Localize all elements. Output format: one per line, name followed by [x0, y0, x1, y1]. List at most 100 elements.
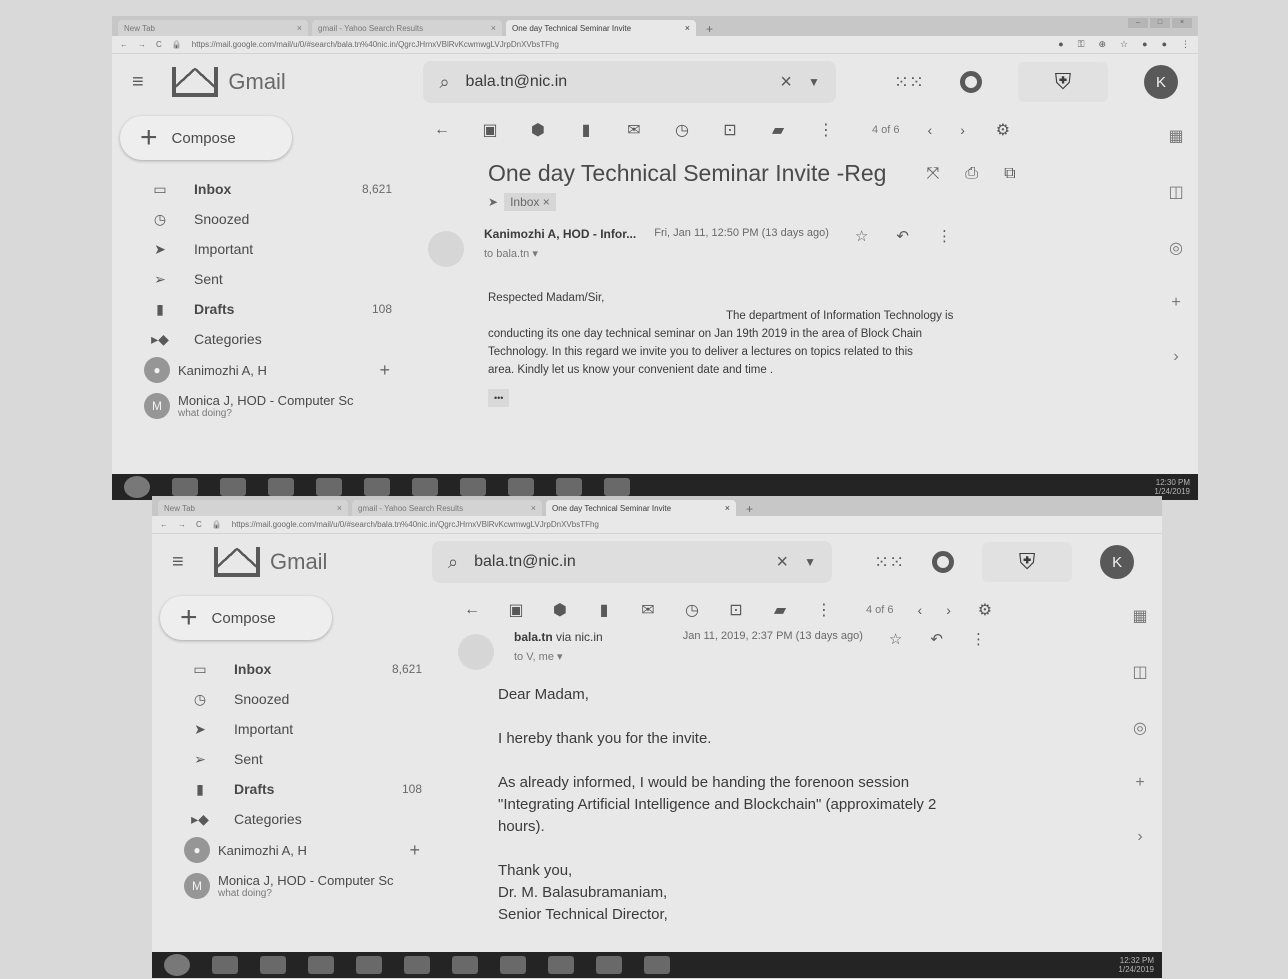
hangout-contact[interactable]: M Monica J, HOD - Computer Sc what doing… [120, 386, 412, 426]
explorer-icon[interactable] [220, 478, 246, 496]
report-spam-icon[interactable]: ⬢ [550, 600, 570, 620]
sidebar-item-sent[interactable]: ➢ Sent [160, 744, 442, 774]
add-icon[interactable]: + [409, 840, 420, 861]
prev-icon[interactable]: ‹ [928, 122, 933, 138]
browser-tab[interactable]: New Tab × [118, 20, 308, 36]
browser-tab-active[interactable]: One day Technical Seminar Invite × [546, 500, 736, 516]
sidebar-item-snoozed[interactable]: ◷ Snoozed [120, 204, 412, 234]
chrome-icon[interactable] [508, 478, 534, 496]
zoom-icon[interactable]: ⊕ [1099, 39, 1107, 50]
sidebar-item-drafts[interactable]: ▮ Drafts 108 [160, 774, 442, 804]
reply-icon[interactable]: ↶ [896, 227, 909, 245]
chrome-icon[interactable] [548, 956, 574, 974]
forward-icon[interactable]: → [138, 40, 146, 49]
snooze-icon[interactable]: ◷ [682, 600, 702, 620]
star-icon[interactable]: ☆ [1120, 39, 1128, 50]
start-icon[interactable] [164, 954, 190, 976]
move-to-icon[interactable]: ⊡ [720, 120, 740, 140]
add-icon[interactable]: + [379, 360, 390, 381]
sidebar-item-snoozed[interactable]: ◷ Snoozed [160, 684, 442, 714]
extension-icon[interactable]: ● [1058, 39, 1063, 50]
search-icon[interactable]: ⌕ [448, 552, 458, 573]
sidebar-item-inbox[interactable]: ▭ Inbox 8,621 [160, 654, 442, 684]
close-icon[interactable]: × [725, 503, 730, 513]
collapse-icon[interactable]: ⤧ [926, 165, 939, 183]
calculator-icon[interactable] [460, 478, 486, 496]
folder-icon[interactable] [268, 478, 294, 496]
gmail-logo[interactable]: Gmail [172, 63, 405, 97]
app-icon[interactable] [604, 478, 630, 496]
sidebar-item-drafts[interactable]: ▮ Drafts 108 [120, 294, 412, 324]
start-icon[interactable] [124, 476, 150, 498]
browser-tab[interactable]: gmail - Yahoo Search Results × [352, 500, 542, 516]
app-icon[interactable] [412, 478, 438, 496]
close-icon[interactable]: × [685, 23, 690, 33]
expand-panel-icon[interactable]: › [1137, 828, 1142, 846]
compose-button[interactable]: + Compose [160, 596, 332, 640]
hamburger-icon[interactable]: ≡ [172, 551, 196, 574]
minimize-icon[interactable]: – [1128, 18, 1148, 28]
move-to-icon[interactable]: ⊡ [726, 600, 746, 620]
maximize-icon[interactable]: □ [1150, 18, 1170, 28]
calendar-icon[interactable]: ▦ [1168, 126, 1183, 146]
recipient-line[interactable]: to V, me ▾ [514, 650, 603, 663]
label-icon[interactable]: ▰ [770, 600, 790, 620]
calculator-icon[interactable] [500, 956, 526, 974]
search-icon[interactable]: ⌕ [439, 72, 449, 93]
inbox-label-chip[interactable]: Inbox × [504, 193, 556, 211]
search-options-icon[interactable]: ▼ [804, 555, 816, 569]
profile-icon[interactable]: ● [1162, 39, 1167, 50]
reload-icon[interactable]: C [196, 520, 202, 529]
ie-icon[interactable] [172, 478, 198, 496]
back-icon[interactable]: ← [160, 520, 168, 529]
more-icon[interactable]: ⋮ [971, 630, 986, 648]
url-text[interactable]: https://mail.google.com/mail/u/0/#search… [232, 520, 1154, 529]
expand-panel-icon[interactable]: › [1173, 348, 1178, 366]
app-icon[interactable] [596, 956, 622, 974]
reply-icon[interactable]: ↶ [930, 630, 943, 648]
hangout-contact[interactable]: ● Kanimozhi A, H + [160, 834, 442, 866]
notifications-icon[interactable] [960, 71, 982, 93]
more-icon[interactable]: ⋮ [816, 120, 836, 140]
key-icon[interactable]: ⚿ [1078, 39, 1085, 50]
search-input[interactable] [474, 553, 761, 571]
apps-grid-icon[interactable]: ⁙⁙ [894, 72, 924, 93]
archive-icon[interactable]: ▣ [506, 600, 526, 620]
mark-unread-icon[interactable]: ✉ [638, 600, 658, 620]
open-new-window-icon[interactable]: ⧉ [1004, 165, 1015, 183]
sidebar-item-important[interactable]: ➤ Important [160, 714, 442, 744]
notifications-icon[interactable] [932, 551, 955, 573]
app-icon[interactable] [364, 478, 390, 496]
browser-tab-active[interactable]: One day Technical Seminar Invite × [506, 20, 696, 36]
delete-icon[interactable]: ▮ [594, 600, 614, 620]
back-icon[interactable]: ← [120, 40, 128, 49]
sidebar-item-categories[interactable]: ▸◆ Categories [160, 804, 442, 834]
prev-icon[interactable]: ‹ [918, 602, 923, 618]
snooze-icon[interactable]: ◷ [672, 120, 692, 140]
recipient-line[interactable]: to bala.tn ▾ [484, 247, 636, 260]
settings-gear-icon[interactable]: ⚙ [993, 120, 1013, 140]
folder-icon[interactable] [308, 956, 334, 974]
new-tab-icon[interactable]: + [740, 502, 759, 516]
media-icon[interactable] [316, 478, 342, 496]
hangout-contact[interactable]: M Monica J, HOD - Computer Sc what doing… [160, 866, 442, 906]
browser-tab[interactable]: gmail - Yahoo Search Results × [312, 20, 502, 36]
ie-icon[interactable] [212, 956, 238, 974]
account-avatar[interactable]: K [1144, 65, 1178, 99]
tasks-icon[interactable]: ◎ [1169, 238, 1183, 258]
compose-button[interactable]: + Compose [120, 116, 292, 160]
apps-grid-icon[interactable]: ⁙⁙ [874, 552, 904, 573]
new-tab-icon[interactable]: + [700, 22, 719, 36]
star-icon[interactable]: ☆ [889, 630, 902, 648]
mark-unread-icon[interactable]: ✉ [624, 120, 644, 140]
search-options-icon[interactable]: ▼ [808, 75, 820, 89]
app-icon[interactable] [452, 956, 478, 974]
app-icon[interactable] [644, 956, 670, 974]
search-input[interactable] [465, 73, 765, 91]
explorer-icon[interactable] [260, 956, 286, 974]
settings-gear-icon[interactable]: ⚙ [975, 600, 995, 620]
sender-name[interactable]: bala.tn [514, 630, 553, 644]
sidebar-item-categories[interactable]: ▸◆ Categories [120, 324, 412, 354]
star-icon[interactable]: ☆ [855, 227, 868, 245]
url-text[interactable]: https://mail.google.com/mail/u/0/#search… [192, 40, 1048, 49]
